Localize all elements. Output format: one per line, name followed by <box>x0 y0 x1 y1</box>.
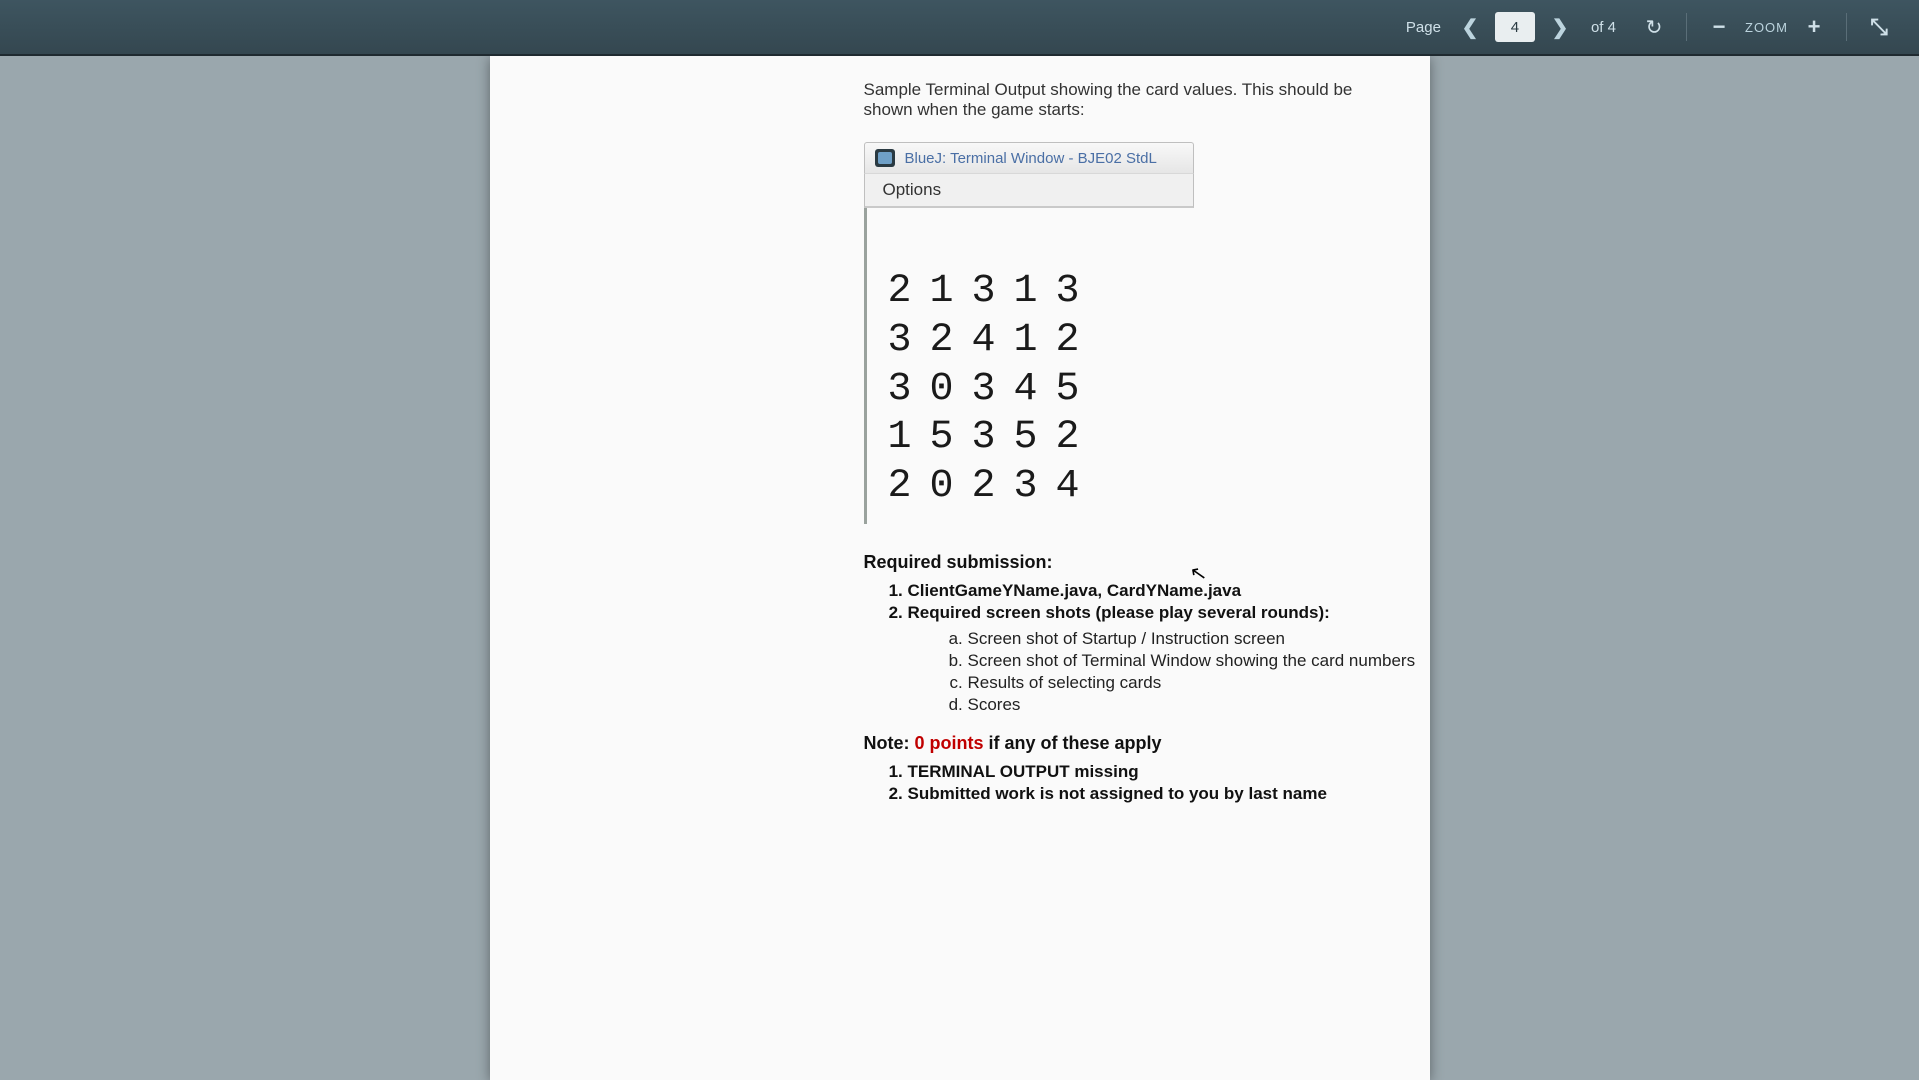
required-submission-heading: Required submission: <box>864 552 1430 573</box>
list-item: ClientGameYName.java, CardYName.java <box>908 581 1430 601</box>
page-total-label: of 4 <box>1591 19 1616 36</box>
terminal-titlebar: BlueJ: Terminal Window - BJE02 StdL <box>864 142 1194 173</box>
zoom-in-button[interactable]: + <box>1802 15 1826 39</box>
terminal-body: 21313 32412 30345 15352 20234 <box>864 208 1430 524</box>
zoom-label: ZOOM <box>1745 20 1788 35</box>
refresh-icon[interactable]: ↻ <box>1642 15 1666 39</box>
grid-row: 20234 <box>879 463 1430 512</box>
terminal-menu-options: Options <box>864 173 1194 208</box>
grid-row: 21313 <box>879 268 1430 317</box>
list-item: Results of selecting cards <box>968 673 1430 693</box>
note-line: Note: 0 points if any of these apply <box>864 733 1430 754</box>
document-viewport[interactable]: Sample Terminal Output showing the card … <box>0 56 1919 1080</box>
list-item: TERMINAL OUTPUT missing <box>908 762 1430 782</box>
fullscreen-icon[interactable]: ⤡ <box>1867 15 1891 39</box>
grid-row: 32412 <box>879 317 1430 366</box>
list-item: Screen shot of Terminal Window showing t… <box>968 651 1430 671</box>
list-item: Required screen shots (please play sever… <box>908 603 1430 715</box>
toolbar-separator <box>1686 13 1687 41</box>
required-submission-list: ClientGameYName.java, CardYName.java Req… <box>908 581 1430 715</box>
penalty-list: TERMINAL OUTPUT missing Submitted work i… <box>908 762 1430 804</box>
zoom-out-button[interactable]: − <box>1707 15 1731 39</box>
list-item: Screen shot of Startup / Instruction scr… <box>968 629 1430 649</box>
next-page-button[interactable]: ❯ <box>1549 13 1571 41</box>
page-number-input[interactable] <box>1495 12 1535 42</box>
intro-text: Sample Terminal Output showing the card … <box>860 80 1400 120</box>
toolbar-separator-2 <box>1846 13 1847 41</box>
prev-page-button[interactable]: ❮ <box>1459 13 1481 41</box>
list-item: Scores <box>968 695 1430 715</box>
terminal-screenshot: BlueJ: Terminal Window - BJE02 StdL Opti… <box>864 142 1430 524</box>
note-zero-points: 0 points <box>915 733 984 753</box>
note-label: Note <box>864 733 904 753</box>
terminal-title-text: BlueJ: Terminal Window - BJE02 StdL <box>905 150 1157 167</box>
screenshot-sublist: Screen shot of Startup / Instruction scr… <box>968 629 1430 715</box>
pdf-toolbar: Page ❮ ❯ of 4 ↻ − ZOOM + ⤡ <box>0 0 1919 56</box>
document-page: Sample Terminal Output showing the card … <box>490 56 1430 1080</box>
list-item: Submitted work is not assigned to you by… <box>908 784 1430 804</box>
grid-row: 30345 <box>879 366 1430 415</box>
bluej-logo-icon <box>875 149 895 167</box>
page-label: Page <box>1406 19 1441 36</box>
grid-row: 15352 <box>879 414 1430 463</box>
card-grid: 21313 32412 30345 15352 20234 <box>879 268 1430 512</box>
